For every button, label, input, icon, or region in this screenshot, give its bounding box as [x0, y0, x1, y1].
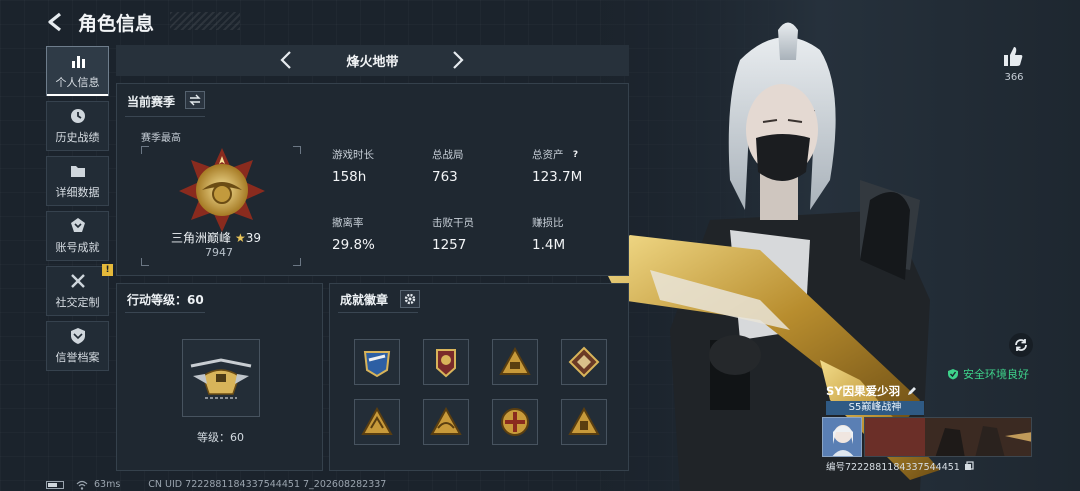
sidebar-item-detailed-data[interactable]: 详细数据 [46, 156, 109, 206]
tools-icon [70, 274, 85, 288]
triangle-badge-icon [499, 346, 531, 375]
achievement-badge[interactable] [354, 339, 400, 385]
season-title: 当前赛季 [127, 95, 176, 109]
like-count: 366 [1004, 72, 1024, 83]
achievement-settings-button[interactable] [400, 290, 420, 308]
sidebar-item-reputation[interactable]: 信誉档案 [46, 321, 109, 371]
sidebar-item-label: 社交定制 [55, 296, 100, 309]
stat-profit-loss-ratio: 赚损比 1.4M [532, 217, 566, 253]
clock-icon [70, 109, 85, 123]
stat-total-matches: 总战局 763 [432, 149, 464, 185]
sidebar-item-label: 信誉档案 [55, 351, 100, 364]
level-text: 等级：60 [197, 431, 244, 444]
safe-status: 安全环境良好 [947, 366, 1029, 382]
folder-icon [70, 166, 85, 177]
title-decoration [170, 12, 240, 30]
wifi-icon [76, 480, 88, 490]
crest-badge-icon [436, 349, 456, 378]
sidebar-item-label: 个人信息 [55, 76, 100, 89]
uid-text: CN UID 7222881184337544451 7_20260828233… [148, 479, 387, 490]
status-footer: 63ms CN UID 7222881184337544451 7_202608… [46, 479, 386, 490]
player-title-badge: S5巅峰战神 [826, 401, 924, 415]
player-id: 编号7222881184337544451 [826, 459, 974, 473]
sidebar-item-achievements[interactable]: 账号成就 [46, 211, 109, 261]
medal-icon [70, 218, 85, 232]
avatar[interactable] [822, 417, 862, 457]
rank-emblem-icon [179, 148, 265, 232]
next-mode-arrow-icon[interactable] [446, 49, 468, 71]
ping: 63ms [94, 479, 121, 490]
edit-icon[interactable] [906, 385, 918, 397]
copy-icon[interactable] [964, 461, 974, 471]
triangle-badge-icon [361, 406, 393, 435]
avatar-image [823, 418, 861, 456]
star-icon: ★ [235, 231, 246, 245]
thumbs-up-icon[interactable] [1000, 44, 1026, 70]
achievement-badge[interactable] [492, 399, 538, 445]
sidebar-item-label: 账号成就 [55, 241, 100, 254]
season-best-label: 赛季最高 [141, 133, 181, 144]
notification-badge: ! [102, 264, 113, 276]
back-arrow-icon[interactable] [44, 10, 68, 34]
rank-level: 39 [245, 231, 262, 245]
achievement-badge[interactable] [561, 339, 607, 385]
stat-extraction-rate: 撤离率 29.8% [332, 217, 375, 253]
stat-total-assets: 总资产? 123.7M [532, 149, 583, 185]
divider [338, 312, 418, 313]
achievement-badge[interactable] [561, 399, 607, 445]
level-title: 行动等级：60 [127, 293, 204, 307]
rank-score: 7947 [205, 246, 233, 259]
sidebar: 个人信息 历史战绩 详细数据 账号成就 社交定制 ! 信誉档案 [46, 46, 113, 376]
prev-mode-arrow-icon[interactable] [276, 49, 298, 71]
swap-icon [189, 94, 201, 106]
mode-selector: 烽火地带 [116, 45, 629, 76]
beast-badge-icon [568, 346, 600, 378]
achievement-panel: 成就徽章 [329, 283, 629, 471]
stat-play-time: 游戏时长 158h [332, 149, 374, 185]
banner-image [865, 418, 1031, 456]
bar-chart-icon [71, 56, 85, 68]
achievement-badge[interactable] [492, 339, 538, 385]
stat-operators-defeated: 击败干员 1257 [432, 217, 474, 253]
battery-icon [46, 480, 64, 489]
level-panel: 行动等级：60 等级：60 [116, 283, 323, 471]
achievement-badge[interactable] [423, 399, 469, 445]
sidebar-item-label: 历史战绩 [55, 131, 100, 144]
rank-name: 三角洲巅峰 ★39 [171, 231, 262, 245]
shield-badge-icon [363, 351, 391, 378]
triangle-badge-icon [568, 406, 600, 435]
helicopter-emblem-icon [190, 358, 252, 399]
sidebar-item-social-custom[interactable]: 社交定制 ! [46, 264, 113, 316]
triangle-badge-icon [430, 406, 462, 435]
star-badge-icon [501, 408, 529, 436]
gear-icon [404, 293, 416, 305]
season-switch-button[interactable] [185, 91, 205, 109]
achievement-badge[interactable] [354, 399, 400, 445]
refresh-button[interactable] [1009, 333, 1033, 357]
sidebar-item-match-history[interactable]: 历史战绩 [46, 101, 109, 151]
shield-check-icon [948, 369, 958, 380]
profile-banner[interactable] [864, 417, 1032, 457]
divider [125, 312, 205, 313]
mode-title: 烽火地带 [346, 55, 399, 70]
sidebar-item-label: 详细数据 [55, 186, 100, 199]
achievement-badge[interactable] [423, 339, 469, 385]
divider [125, 116, 205, 117]
refresh-icon [1015, 339, 1027, 351]
page-title: 角色信息 [78, 13, 155, 35]
level-emblem[interactable] [182, 339, 260, 417]
achievement-title: 成就徽章 [340, 293, 389, 307]
sidebar-item-personal-info[interactable]: 个人信息 [46, 46, 109, 96]
shield-icon [70, 328, 85, 344]
player-name: SY因果爱少羽 [826, 383, 918, 399]
season-panel: 当前赛季 赛季最高 三角洲巅峰 ★39 7947 游戏时长 158h 总战局 76… [116, 83, 629, 276]
help-icon[interactable]: ? [570, 149, 582, 161]
